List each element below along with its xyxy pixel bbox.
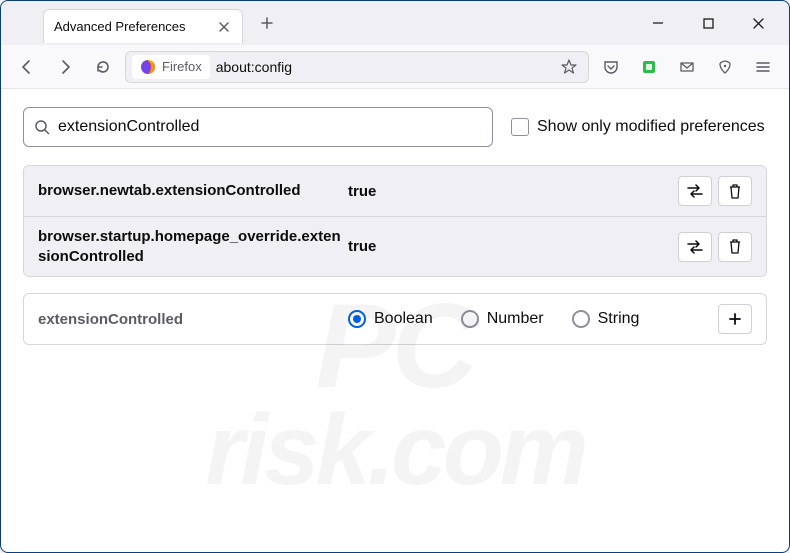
titlebar: Advanced Preferences [1,1,789,45]
pref-name: browser.startup.homepage_override.extens… [38,227,348,266]
new-tab-button[interactable] [253,9,281,37]
delete-button[interactable] [718,232,752,262]
type-radio-group: Boolean Number String [348,310,718,328]
search-input[interactable] [58,118,482,136]
toggle-icon [686,184,704,198]
radio-label: Boolean [374,310,433,328]
radio-boolean[interactable]: Boolean [348,310,433,328]
plus-icon [728,312,742,326]
forward-button[interactable] [49,51,81,83]
radio-label: Number [487,310,544,328]
delete-button[interactable] [718,176,752,206]
inbox-icon[interactable] [671,51,703,83]
window-controls [637,8,789,38]
window: Advanced Preferences [0,0,790,553]
radio-icon [348,310,366,328]
row-actions [678,176,752,206]
maximize-button[interactable] [687,8,729,38]
checkbox-label: Show only modified preferences [537,118,765,136]
toggle-icon [686,240,704,254]
identity-label: Firefox [162,59,202,74]
back-button[interactable] [11,51,43,83]
watermark-line2: risk.com [1,403,789,498]
pref-row[interactable]: browser.newtab.extensionControlled true [24,166,766,216]
pref-row[interactable]: browser.startup.homepage_override.extens… [24,216,766,276]
add-button[interactable] [718,304,752,334]
nav-toolbar: Firefox about:config [1,45,789,89]
pref-value: true [348,183,678,200]
pref-name: browser.newtab.extensionControlled [38,181,348,201]
add-pref-name: extensionControlled [38,311,348,328]
url-text: about:config [216,59,550,75]
content-area: Show only modified preferences browser.n… [1,89,789,363]
modified-only-checkbox[interactable]: Show only modified preferences [511,118,765,136]
row-actions [678,232,752,262]
menu-button[interactable] [747,51,779,83]
add-pref-row: extensionControlled Boolean Number Strin… [23,293,767,345]
firefox-logo-icon [140,59,156,75]
radio-number[interactable]: Number [461,310,544,328]
search-icon [34,119,50,135]
radio-icon [461,310,479,328]
url-bar[interactable]: Firefox about:config [125,51,589,83]
search-box[interactable] [23,107,493,147]
close-icon[interactable] [216,19,232,35]
identity-box[interactable]: Firefox [132,55,210,79]
trash-icon [728,184,742,199]
search-row: Show only modified preferences [23,107,767,147]
pref-value: true [348,238,678,255]
checkbox-icon [511,118,529,136]
results-list: browser.newtab.extensionControlled true … [23,165,767,277]
minimize-button[interactable] [637,8,679,38]
toggle-button[interactable] [678,232,712,262]
tab-title: Advanced Preferences [54,19,216,34]
radio-string[interactable]: String [572,310,640,328]
toggle-button[interactable] [678,176,712,206]
radio-icon [572,310,590,328]
trash-icon [728,239,742,254]
reload-button[interactable] [87,51,119,83]
pocket-icon[interactable] [595,51,627,83]
window-close-button[interactable] [737,8,779,38]
radio-label: String [598,310,640,328]
bookmark-star-icon[interactable] [556,54,582,80]
shield-icon[interactable] [709,51,741,83]
browser-tab[interactable]: Advanced Preferences [43,9,243,43]
extension-icon[interactable] [633,51,665,83]
